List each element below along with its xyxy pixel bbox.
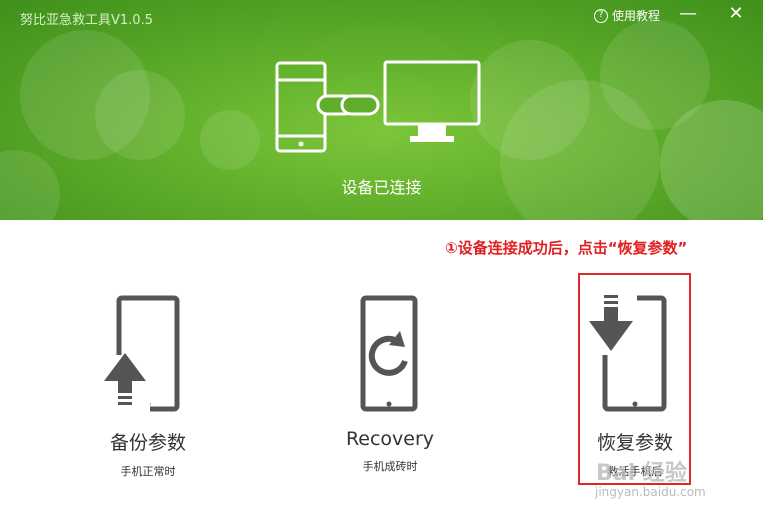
backup-params-subtitle: 手机正常时 xyxy=(120,465,176,478)
phone-refresh-icon xyxy=(360,295,418,412)
window-title: 努比亚急救工具V1.0.5 xyxy=(20,13,153,28)
phone-pc-connected-icon xyxy=(275,60,481,153)
connection-status: 设备已连接 xyxy=(341,178,422,197)
header-banner: 努比亚急救工具V1.0.5 ? 使用教程 — ✕ 设备已连接 xyxy=(0,0,763,220)
question-icon: ? xyxy=(594,8,608,23)
backup-params-title: 备份参数 xyxy=(109,432,186,454)
help-label: 使用教程 xyxy=(612,9,661,23)
phone-upload-icon xyxy=(100,295,180,415)
help-link[interactable]: ? 使用教程 xyxy=(594,7,660,24)
highlight-box xyxy=(578,273,691,485)
annotation-text: ①设备连接成功后，点击“恢复参数” xyxy=(445,239,688,257)
minimize-button[interactable]: — xyxy=(675,2,701,26)
watermark-url: jingyan.baidu.com xyxy=(595,485,706,499)
recovery-subtitle: 手机成砖时 xyxy=(362,460,418,473)
watermark-logo: Bai 经验 xyxy=(596,461,687,486)
close-button[interactable]: ✕ xyxy=(723,2,749,26)
recovery-title: Recovery xyxy=(345,428,435,450)
